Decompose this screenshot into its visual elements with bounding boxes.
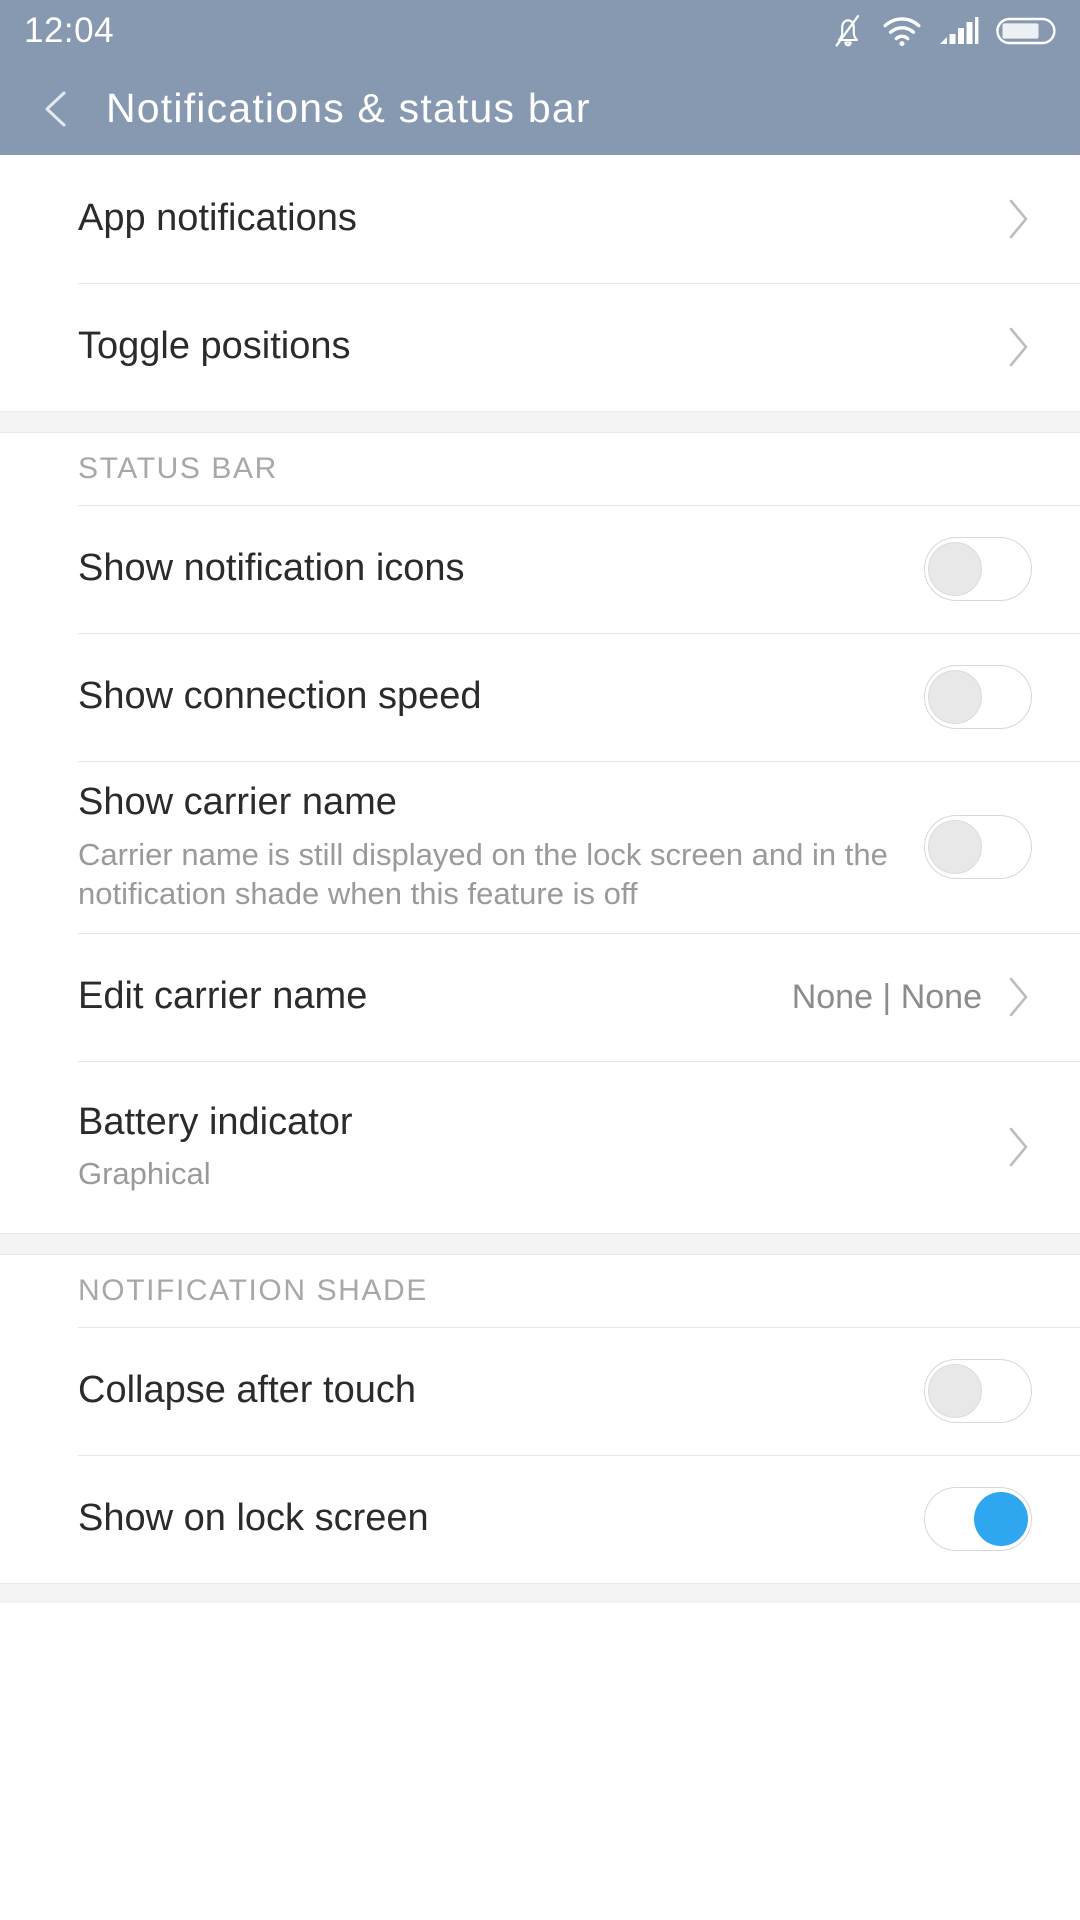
section-header-status-bar: STATUS BAR xyxy=(0,433,1080,505)
row-text: Edit carrier name xyxy=(78,974,792,1020)
list-item-label: App notifications xyxy=(78,197,357,240)
list-item-collapse-after-touch[interactable]: Collapse after touch xyxy=(0,1327,1080,1455)
list-item-description: Graphical xyxy=(78,1156,211,1192)
app-header: 12:04 Notifications & status bar xyxy=(0,0,1080,155)
row-text: Battery indicator Graphical xyxy=(78,1100,1004,1194)
toggle-show-on-lock-screen[interactable] xyxy=(924,1487,1032,1551)
page-title: Notifications & status bar xyxy=(106,85,591,131)
list-item-app-notifications[interactable]: App notifications xyxy=(0,155,1080,283)
toggle-collapse-after-touch[interactable] xyxy=(924,1359,1032,1423)
list-item-label: Edit carrier name xyxy=(78,975,368,1018)
system-status-bar: 12:04 xyxy=(0,0,1080,62)
toggle-knob xyxy=(928,670,982,724)
section-label: STATUS BAR xyxy=(78,452,278,485)
row-text: Show connection speed xyxy=(78,674,924,720)
list-item-toggle-positions[interactable]: Toggle positions xyxy=(0,283,1080,411)
wifi-icon xyxy=(883,17,921,47)
signal-icon xyxy=(940,17,979,44)
section-separator-notification-shade xyxy=(0,1233,1080,1255)
list-bottom-strip xyxy=(0,1583,1080,1603)
battery-icon xyxy=(996,17,1056,45)
section-header-notification-shade: NOTIFICATION SHADE xyxy=(0,1255,1080,1327)
row-divider xyxy=(78,505,1080,506)
list-item-label: Battery indicator xyxy=(78,1100,353,1143)
row-text: App notifications xyxy=(78,196,1004,242)
list-item-label: Show on lock screen xyxy=(78,1497,429,1540)
status-bar-clock: 12:04 xyxy=(24,11,115,50)
title-bar: Notifications & status bar xyxy=(0,62,1080,155)
list-item-label: Show notification icons xyxy=(78,547,465,590)
toggle-show-carrier-name[interactable] xyxy=(924,815,1032,879)
list-item-label: Show carrier name xyxy=(78,781,397,824)
chevron-right-icon xyxy=(1009,327,1028,367)
row-divider xyxy=(78,933,1080,934)
list-item-battery-indicator[interactable]: Battery indicator Graphical xyxy=(0,1061,1080,1233)
row-text: Collapse after touch xyxy=(78,1368,924,1414)
list-item-show-on-lock-screen[interactable]: Show on lock screen xyxy=(0,1455,1080,1583)
row-divider xyxy=(78,761,1080,762)
row-divider xyxy=(78,1327,1080,1328)
list-item-label: Toggle positions xyxy=(78,325,351,368)
row-text: Toggle positions xyxy=(78,324,1004,370)
toggle-knob xyxy=(928,1364,982,1418)
chevron-right-icon xyxy=(1009,199,1028,239)
section-label: NOTIFICATION SHADE xyxy=(78,1274,428,1307)
row-divider xyxy=(78,283,1080,284)
row-divider xyxy=(78,633,1080,634)
chevron-right-icon xyxy=(1009,977,1028,1017)
row-text: Show notification icons xyxy=(78,546,924,592)
row-text: Show on lock screen xyxy=(78,1496,924,1542)
toggle-knob xyxy=(974,1492,1028,1546)
list-item-show-notification-icons[interactable]: Show notification icons xyxy=(0,505,1080,633)
toggle-show-connection-speed[interactable] xyxy=(924,665,1032,729)
status-bar-icons xyxy=(831,12,1058,50)
list-item-show-carrier-name[interactable]: Show carrier name Carrier name is still … xyxy=(0,761,1080,933)
list-item-show-connection-speed[interactable]: Show connection speed xyxy=(0,633,1080,761)
list-item-description: Carrier name is still displayed on the l… xyxy=(78,836,888,912)
row-text: Show carrier name Carrier name is still … xyxy=(78,780,924,914)
list-item-edit-carrier-name[interactable]: Edit carrier name None | None xyxy=(0,933,1080,1061)
toggle-knob xyxy=(928,542,982,596)
list-item-label: Collapse after touch xyxy=(78,1369,416,1412)
bell-slash-icon xyxy=(835,15,860,47)
row-divider xyxy=(78,1061,1080,1062)
chevron-left-icon[interactable] xyxy=(36,87,80,131)
section-separator-status-bar xyxy=(0,411,1080,433)
toggle-show-notification-icons[interactable] xyxy=(924,537,1032,601)
list-item-label: Show connection speed xyxy=(78,675,482,718)
row-divider xyxy=(78,1455,1080,1456)
chevron-right-icon xyxy=(1009,1127,1028,1167)
list-item-value: None | None xyxy=(791,977,982,1016)
toggle-knob xyxy=(928,820,982,874)
settings-list: App notifications Toggle positions STATU… xyxy=(0,155,1080,1603)
